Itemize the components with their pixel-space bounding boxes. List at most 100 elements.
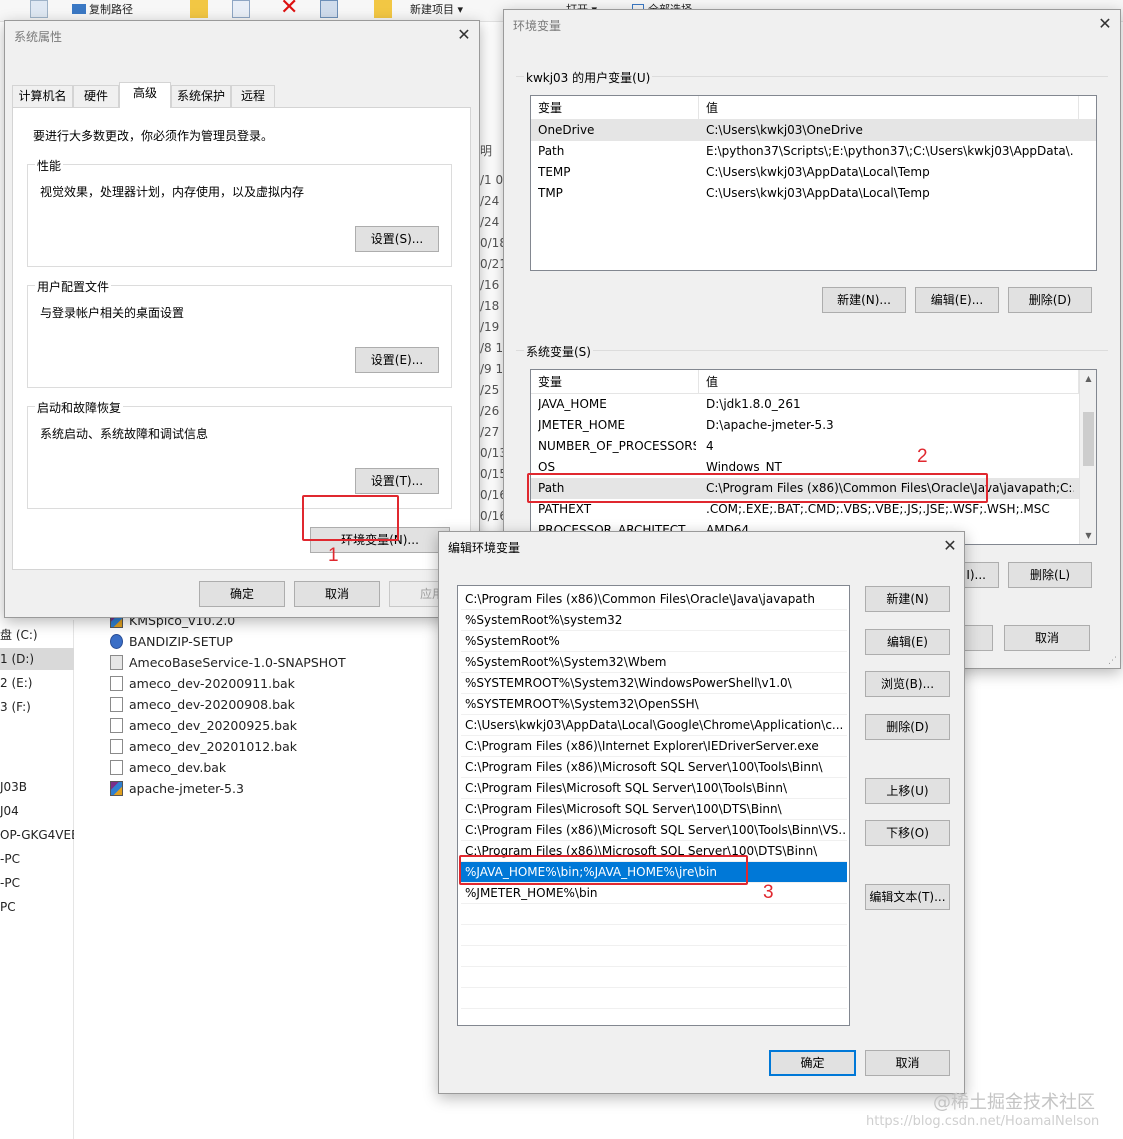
user-profile-desc: 与登录帐户相关的桌面设置 — [40, 306, 185, 320]
variable-value: C:\Users\kwkj03\AppData\Local\Temp — [706, 165, 930, 179]
file-icon — [110, 676, 123, 691]
path-entry[interactable]: %SYSTEMROOT%\System32\WindowsPowerShell\… — [461, 673, 847, 694]
user-variables-list[interactable]: 变量 值 OneDrive C:\Users\kwkj03\OneDrive Pat… — [530, 95, 1097, 271]
empty-path-row — [461, 946, 847, 967]
user-profile-settings-button[interactable]: 设置(E)... — [355, 347, 439, 373]
file-name: AmecoBaseService-1.0-SNAPSHOT — [129, 655, 346, 670]
nav-item[interactable]: -PC — [0, 848, 74, 870]
annotation-box-1 — [302, 495, 399, 541]
nav-item[interactable]: J04 — [0, 800, 74, 822]
file-list-item[interactable]: apache-jmeter-5.3 — [110, 778, 244, 799]
file-name: apache-jmeter-5.3 — [129, 781, 244, 796]
table-row[interactable]: OneDrive C:\Users\kwkj03\OneDrive — [531, 120, 1096, 141]
nav-item[interactable]: -PC — [0, 872, 74, 894]
nav-item[interactable]: 1 (D:) — [0, 648, 74, 670]
nav-item[interactable]: 2 (E:) — [0, 672, 74, 694]
path-entry[interactable]: C:\Program Files\Microsoft SQL Server\10… — [461, 778, 847, 799]
user-new-button[interactable]: 新建(N)... — [822, 287, 906, 313]
file-name: BANDIZIP-SETUP — [129, 634, 233, 649]
nav-item[interactable]: PC — [0, 896, 74, 918]
table-row[interactable]: NUMBER_OF_PROCESSORS 4 — [531, 436, 1096, 457]
file-list-item[interactable]: ameco_dev.bak — [110, 757, 226, 778]
performance-settings-button[interactable]: 设置(S)... — [355, 226, 439, 252]
path-entry[interactable]: C:\Program Files (x86)\Microsoft SQL Ser… — [461, 757, 847, 778]
system-delete-button[interactable]: 删除(L) — [1008, 562, 1092, 588]
new-folder-icon[interactable] — [374, 0, 392, 18]
scroll-thumb[interactable] — [1083, 412, 1094, 466]
delete-icon[interactable]: ✕ — [280, 0, 298, 19]
path-browse-button[interactable]: 浏览(B)... — [865, 671, 950, 697]
close-icon[interactable]: ✕ — [1090, 12, 1120, 36]
path-entry[interactable]: C:\Program Files (x86)\Microsoft SQL Ser… — [461, 820, 847, 841]
path-new-button[interactable]: 新建(N) — [865, 586, 950, 612]
paste-icon[interactable] — [30, 0, 48, 18]
column-value[interactable]: 值 — [699, 370, 1079, 394]
tab-system-protection[interactable]: 系统保护 — [171, 85, 231, 107]
column-variable[interactable]: 变量 — [531, 370, 699, 394]
path-entry[interactable]: C:\Program Files (x86)\Common Files\Orac… — [461, 589, 847, 610]
file-name: ameco_dev_20200925.bak — [129, 718, 297, 733]
tab-remote[interactable]: 远程 — [231, 85, 275, 107]
file-list-item[interactable]: ameco_dev_20201012.bak — [110, 736, 297, 757]
user-delete-button[interactable]: 删除(D) — [1008, 287, 1092, 313]
file-list-item[interactable]: ameco_dev-20200911.bak — [110, 673, 295, 694]
new-item-button[interactable]: 新建项目 ▾ — [410, 1, 463, 17]
file-icon — [110, 718, 123, 733]
rename-icon[interactable] — [320, 0, 338, 18]
path-entry[interactable]: %SYSTEMROOT%\System32\OpenSSH\ — [461, 694, 847, 715]
table-row[interactable]: TEMP C:\Users\kwkj03\AppData\Local\Temp — [531, 162, 1096, 183]
file-list-item[interactable]: BANDIZIP-SETUP — [110, 631, 233, 652]
env-cancel-button[interactable]: 取消 — [1004, 625, 1090, 651]
nav-item[interactable]: 盘 (C:) — [0, 624, 74, 646]
table-row[interactable]: Path E:\python37\Scripts\;E:\python37\;C:… — [531, 141, 1096, 162]
cancel-button[interactable]: 取消 — [294, 581, 380, 607]
nav-item[interactable]: OP-GKG4VEE — [0, 824, 74, 846]
edit-ok-button[interactable]: 确定 — [769, 1050, 856, 1076]
empty-path-row — [461, 925, 847, 946]
system-variables-label: 系统变量(S) — [524, 343, 593, 360]
scroll-up-icon[interactable]: ▲ — [1080, 370, 1096, 387]
edit-text-button[interactable]: 编辑文本(T)... — [865, 884, 950, 910]
ok-button[interactable]: 确定 — [199, 581, 285, 607]
path-entries-list[interactable]: C:\Program Files (x86)\Common Files\Orac… — [457, 585, 850, 1026]
system-variables-scrollbar[interactable]: ▲ ▼ — [1079, 370, 1096, 544]
user-edit-button[interactable]: 编辑(E)... — [915, 287, 999, 313]
path-edit-button[interactable]: 编辑(E) — [865, 629, 950, 655]
move-to-icon[interactable] — [190, 0, 208, 18]
path-entry[interactable]: C:\Users\kwkj03\AppData\Local\Google\Chr… — [461, 715, 847, 736]
table-row[interactable]: JAVA_HOME D:\jdk1.8.0_261 — [531, 394, 1096, 415]
path-entry[interactable]: %SystemRoot%\System32\Wbem — [461, 652, 847, 673]
close-icon[interactable]: ✕ — [935, 534, 965, 558]
nav-item[interactable]: J03B — [0, 776, 74, 798]
path-entry[interactable]: %SystemRoot%\system32 — [461, 610, 847, 631]
path-entry[interactable]: %SystemRoot% — [461, 631, 847, 652]
file-list-item[interactable]: ameco_dev_20200925.bak — [110, 715, 297, 736]
startup-settings-button[interactable]: 设置(T)... — [355, 468, 439, 494]
edit-cancel-button[interactable]: 取消 — [865, 1050, 950, 1076]
copy-to-icon[interactable] — [232, 0, 250, 18]
column-variable[interactable]: 变量 — [531, 96, 699, 120]
tab-hardware[interactable]: 硬件 — [73, 85, 119, 107]
nav-item[interactable]: 3 (F:) — [0, 696, 74, 718]
move-up-button[interactable]: 上移(U) — [865, 778, 950, 804]
system-variables-list[interactable]: 变量 值 JAVA_HOME D:\jdk1.8.0_261 JMETER_HOME… — [530, 369, 1097, 545]
path-entry[interactable]: %JMETER_HOME%\bin — [461, 883, 847, 904]
copy-path-icon — [72, 4, 86, 14]
path-entry[interactable]: C:\Program Files\Microsoft SQL Server\10… — [461, 799, 847, 820]
copy-path-button[interactable]: 复制路径 — [72, 1, 133, 17]
table-row[interactable]: JMETER_HOME D:\apache-jmeter-5.3 — [531, 415, 1096, 436]
file-list-item[interactable]: AmecoBaseService-1.0-SNAPSHOT — [110, 652, 346, 673]
path-entry[interactable]: C:\Program Files (x86)\Internet Explorer… — [461, 736, 847, 757]
file-list-item[interactable]: ameco_dev-20200908.bak — [110, 694, 295, 715]
column-value[interactable]: 值 — [699, 96, 1079, 120]
table-row[interactable]: TMP C:\Users\kwkj03\AppData\Local\Temp — [531, 183, 1096, 204]
move-down-button[interactable]: 下移(O) — [865, 820, 950, 846]
tab-advanced[interactable]: 高级 — [119, 82, 171, 108]
scroll-down-icon[interactable]: ▼ — [1080, 527, 1096, 544]
path-delete-button[interactable]: 删除(D) — [865, 714, 950, 740]
tab-computer-name[interactable]: 计算机名 — [12, 85, 73, 107]
resize-grip-icon[interactable]: ⋰ — [1108, 656, 1117, 666]
close-icon[interactable]: ✕ — [449, 23, 479, 47]
file-name: ameco_dev.bak — [129, 760, 227, 775]
user-profile-label: 用户配置文件 — [35, 278, 112, 295]
